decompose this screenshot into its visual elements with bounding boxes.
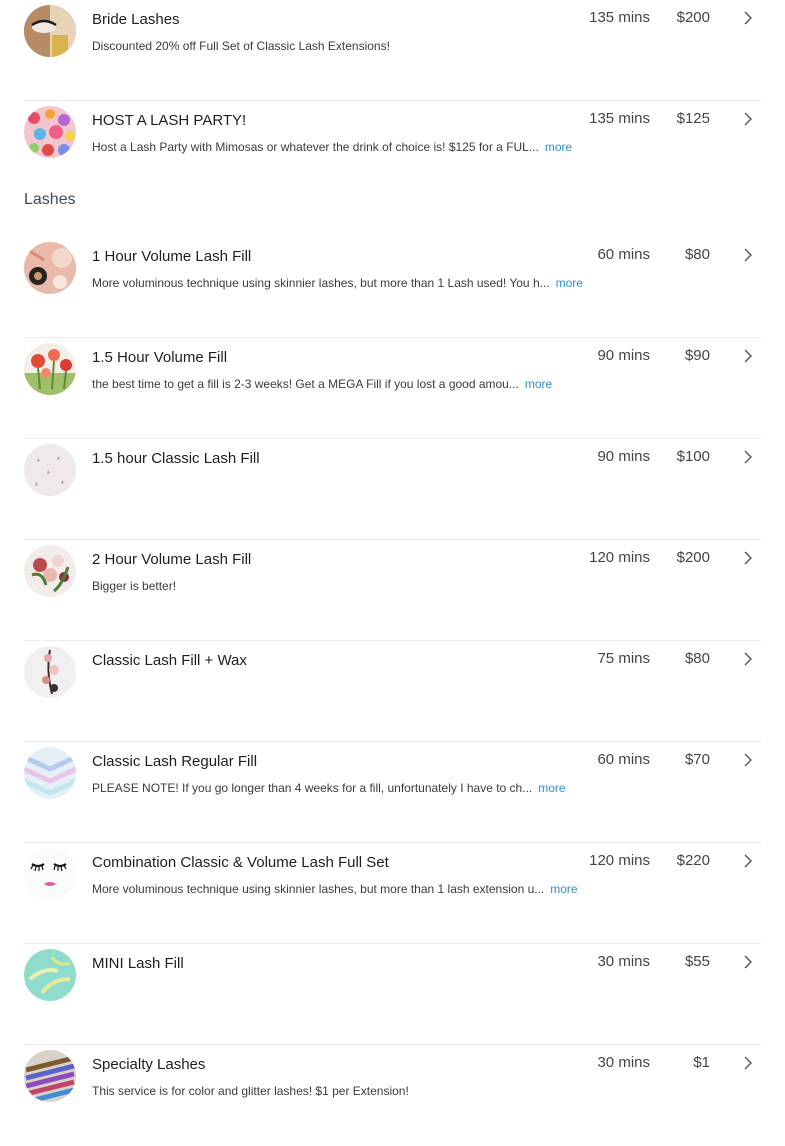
service-price: $80 xyxy=(684,650,710,667)
chevron-right-icon[interactable] xyxy=(742,752,754,768)
service-duration: 90 mins xyxy=(597,448,650,465)
service-name: 1.5 hour Classic Lash Fill xyxy=(92,450,260,467)
service-duration: 135 mins xyxy=(589,110,650,127)
chevron-right-icon[interactable] xyxy=(742,853,754,869)
service-price: $90 xyxy=(684,347,710,364)
chevron-right-icon[interactable] xyxy=(742,954,754,970)
service-name: MINI Lash Fill xyxy=(92,955,184,972)
service-price: $1 xyxy=(693,1054,710,1071)
service-price: $80 xyxy=(684,246,710,263)
service-description: PLEASE NOTE! If you go longer than 4 wee… xyxy=(92,781,566,795)
service-duration: 135 mins xyxy=(589,9,650,26)
section-title: Lashes xyxy=(24,191,76,208)
service-description: Discounted 20% off Full Set of Classic L… xyxy=(92,39,390,53)
service-name: 2 Hour Volume Lash Fill xyxy=(92,551,252,568)
service-row-1-hour-volume-lash-fill[interactable]: 1 Hour Volume Lash Fill More voluminous … xyxy=(24,237,761,338)
service-thumbnail xyxy=(24,242,76,294)
service-price: $70 xyxy=(684,751,710,768)
service-duration: 120 mins xyxy=(589,852,650,869)
service-duration: 30 mins xyxy=(597,1054,650,1071)
service-price: $125 xyxy=(676,110,710,127)
service-price: $200 xyxy=(676,549,710,566)
service-row-bride-lashes[interactable]: Bride Lashes Discounted 20% off Full Set… xyxy=(24,0,761,101)
service-description: More voluminous technique using skinnier… xyxy=(92,882,578,896)
service-thumbnail xyxy=(24,1050,76,1102)
service-description: the best time to get a fill is 2-3 weeks… xyxy=(92,377,553,391)
service-row-classic-lash-fill-wax[interactable]: Classic Lash Fill + Wax 75 mins $80 xyxy=(24,641,761,742)
chevron-right-icon[interactable] xyxy=(742,651,754,667)
service-price: $220 xyxy=(676,852,710,869)
chevron-right-icon[interactable] xyxy=(742,111,754,127)
service-price: $100 xyxy=(676,448,710,465)
service-name: Bride Lashes xyxy=(92,11,180,28)
more-link[interactable]: more xyxy=(556,276,583,290)
service-duration: 75 mins xyxy=(597,650,650,667)
service-row-combination-classic-volume-full-set[interactable]: Combination Classic & Volume Lash Full S… xyxy=(24,843,761,944)
service-thumbnail xyxy=(24,343,76,395)
service-name: Specialty Lashes xyxy=(92,1056,206,1073)
chevron-right-icon[interactable] xyxy=(742,247,754,263)
chevron-right-icon[interactable] xyxy=(742,10,754,26)
service-thumbnail xyxy=(24,646,76,698)
service-thumbnail xyxy=(24,747,76,799)
service-duration: 90 mins xyxy=(597,347,650,364)
more-link[interactable]: more xyxy=(545,140,572,154)
service-duration: 60 mins xyxy=(597,246,650,263)
service-name: 1.5 Hour Volume Fill xyxy=(92,349,228,366)
service-thumbnail xyxy=(24,106,76,158)
service-row-host-a-lash-party[interactable]: HOST A LASH PARTY! Host a Lash Party wit… xyxy=(24,101,761,202)
service-thumbnail xyxy=(24,444,76,496)
service-row-1-5-hour-classic-lash-fill[interactable]: 1.5 hour Classic Lash Fill 90 mins $100 xyxy=(24,439,761,540)
service-price: $200 xyxy=(676,9,710,26)
service-duration: 120 mins xyxy=(589,549,650,566)
chevron-right-icon[interactable] xyxy=(742,1055,754,1071)
service-description: More voluminous technique using skinnier… xyxy=(92,276,583,290)
service-row-mini-lash-fill[interactable]: MINI Lash Fill 30 mins $55 xyxy=(24,944,761,1045)
service-description: Host a Lash Party with Mimosas or whatev… xyxy=(92,140,573,154)
service-thumbnail xyxy=(24,5,76,57)
service-name: Combination Classic & Volume Lash Full S… xyxy=(92,854,389,871)
service-row-1-5-hour-volume-fill[interactable]: 1.5 Hour Volume Fill the best time to ge… xyxy=(24,338,761,439)
service-name: Classic Lash Regular Fill xyxy=(92,753,258,770)
service-row-classic-lash-regular-fill[interactable]: Classic Lash Regular Fill PLEASE NOTE! I… xyxy=(24,742,761,843)
service-name: Classic Lash Fill + Wax xyxy=(92,652,247,669)
service-thumbnail xyxy=(24,545,76,597)
chevron-right-icon[interactable] xyxy=(742,449,754,465)
chevron-right-icon[interactable] xyxy=(742,550,754,566)
service-description: This service is for color and glitter la… xyxy=(92,1084,409,1098)
service-thumbnail xyxy=(24,848,76,900)
service-menu-page: Bride Lashes Discounted 20% off Full Set… xyxy=(0,0,785,1120)
service-row-specialty-lashes[interactable]: Specialty Lashes This service is for col… xyxy=(24,1045,761,1146)
service-price: $55 xyxy=(684,953,710,970)
service-thumbnail xyxy=(24,949,76,1001)
more-link[interactable]: more xyxy=(550,882,577,896)
service-duration: 60 mins xyxy=(597,751,650,768)
service-description: Bigger is better! xyxy=(92,579,177,593)
more-link[interactable]: more xyxy=(525,377,552,391)
service-name: 1 Hour Volume Lash Fill xyxy=(92,248,252,265)
chevron-right-icon[interactable] xyxy=(742,348,754,364)
service-row-2-hour-volume-lash-fill[interactable]: 2 Hour Volume Lash Fill Bigger is better… xyxy=(24,540,761,641)
more-link[interactable]: more xyxy=(538,781,565,795)
service-duration: 30 mins xyxy=(597,953,650,970)
service-name: HOST A LASH PARTY! xyxy=(92,112,247,129)
